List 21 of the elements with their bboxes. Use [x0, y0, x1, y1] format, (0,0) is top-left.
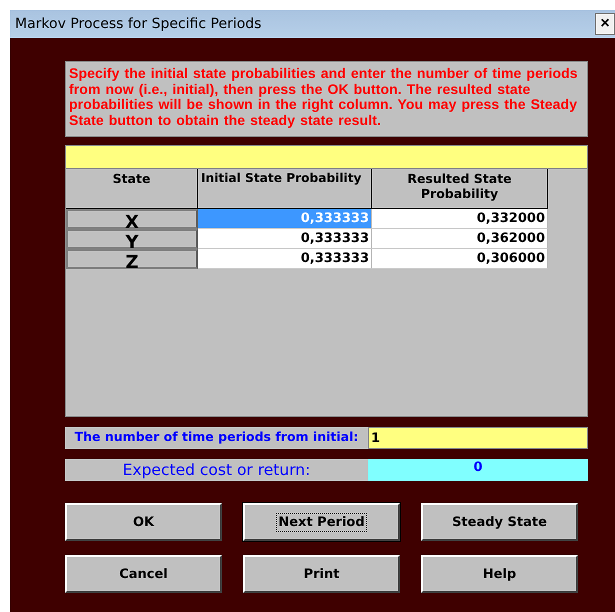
close-button[interactable]: × [595, 13, 615, 35]
dialog-button[interactable]: Cancel [65, 555, 222, 593]
row-header: Z [66, 249, 198, 269]
table-cell: 0,306000 [372, 249, 548, 269]
table-cell: 0,332000 [372, 209, 548, 229]
table-cell[interactable]: 0,333333 [198, 229, 372, 249]
periods-field[interactable]: 1 [368, 427, 588, 449]
table-cell[interactable]: 0,333333 [198, 249, 372, 269]
expected-value: 0 [368, 459, 588, 481]
dialog-button[interactable]: OK [65, 503, 222, 541]
expected-label: Expected cost or return: [65, 459, 368, 481]
dialog-button[interactable]: Print [243, 555, 400, 593]
instructions-text: Specify the initial state probabilities and enter the number of time periods from now (i.e., initial), then press the OK button. The resulted state probabilities will be shown in the right column. You may press the Steady State button to obtain the steady state result. [65, 61, 588, 137]
window-title: Markov Process for Specific Periods [15, 16, 262, 32]
dialog-button[interactable]: Help [421, 555, 578, 593]
periods-label: The number of time periods from initial: [65, 427, 368, 449]
row-header: Y [66, 229, 198, 249]
table-cell: 0,362000 [372, 229, 548, 249]
row-header: X [66, 209, 198, 229]
dialog-button[interactable]: Steady State [421, 503, 578, 541]
dialog-button[interactable]: Next Period [243, 503, 400, 541]
